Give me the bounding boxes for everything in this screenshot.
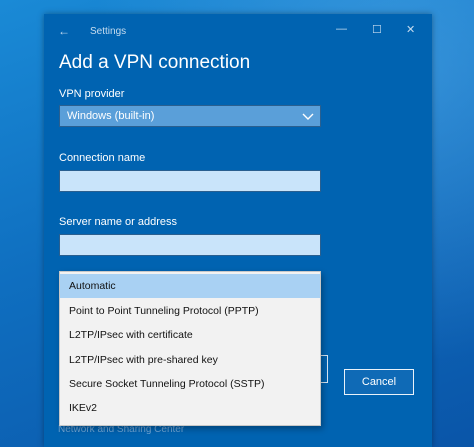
- vpn-type-dropdown-list: Automatic Point to Point Tunneling Proto…: [59, 271, 321, 426]
- window-title: Settings: [90, 26, 127, 37]
- connection-name-label: Connection name: [59, 152, 146, 164]
- vpn-type-option-pptp[interactable]: Point to Point Tunneling Protocol (PPTP): [60, 299, 320, 323]
- vpn-provider-select[interactable]: Windows (built-in): [59, 105, 321, 127]
- maximize-icon[interactable]: ☐: [372, 23, 382, 36]
- back-arrow-icon[interactable]: ←: [58, 24, 70, 38]
- server-address-label: Server name or address: [59, 216, 177, 228]
- connection-name-input[interactable]: [59, 170, 321, 192]
- vpn-type-option-sstp[interactable]: Secure Socket Tunneling Protocol (SSTP): [60, 372, 320, 396]
- server-address-input[interactable]: [59, 234, 321, 256]
- vpn-provider-label: VPN provider: [59, 88, 125, 100]
- minimize-icon[interactable]: —: [336, 23, 347, 35]
- vpn-type-option-automatic[interactable]: Automatic: [60, 274, 320, 298]
- vpn-type-option-ikev2[interactable]: IKEv2: [60, 396, 320, 420]
- vpn-type-option-l2tp-psk[interactable]: L2TP/IPsec with pre-shared key: [60, 348, 320, 372]
- page-title: Add a VPN connection: [59, 52, 251, 73]
- title-bar: ← Settings — ☐ ✕: [44, 14, 432, 48]
- close-icon[interactable]: ✕: [406, 23, 415, 36]
- vpn-provider-value: Windows (built-in): [67, 110, 155, 122]
- vpn-type-option-l2tp-certificate[interactable]: L2TP/IPsec with certificate: [60, 323, 320, 347]
- cancel-button[interactable]: Cancel: [344, 369, 414, 395]
- chevron-down-icon: [302, 108, 314, 127]
